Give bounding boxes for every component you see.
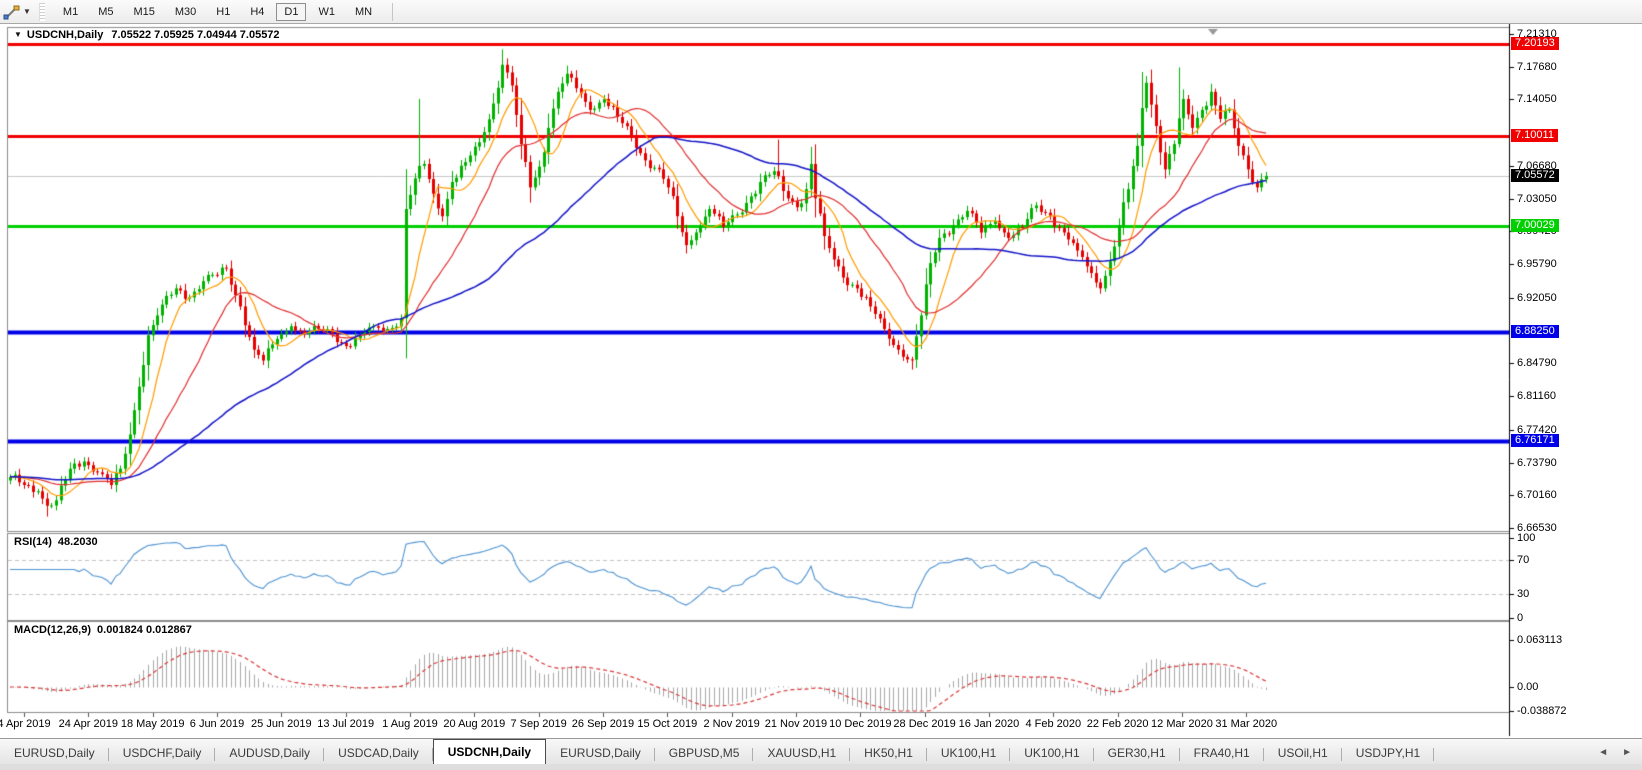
- rsi-scale-label: 70: [1517, 554, 1529, 566]
- macd-name: MACD(12,26,9): [14, 624, 91, 636]
- timeframe-button-m5[interactable]: M5: [90, 3, 121, 21]
- macd-values: 0.001824 0.012867: [97, 624, 192, 636]
- price-tick-label: 7.14050: [1517, 93, 1557, 105]
- price-tick-label: 6.95790: [1517, 258, 1557, 270]
- price-tick-label: 7.17680: [1517, 61, 1557, 73]
- top-toolbar: ▼ M1M5M15 M30H1H4D1W1MN: [0, 0, 1642, 24]
- chart-canvas[interactable]: [0, 0, 1642, 770]
- macd-scale-label: 0.063113: [1517, 634, 1562, 646]
- chart-tab-usdcad-daily[interactable]: USDCAD,Daily: [324, 742, 433, 765]
- macd-indicator-label: MACD(12,26,9) 0.001824 0.012867: [14, 624, 192, 636]
- date-axis-label: 12 Mar 2020: [1151, 718, 1213, 730]
- macd-scale-label: 0.00: [1517, 681, 1538, 693]
- price-tick-label: 6.73790: [1517, 457, 1557, 469]
- timeframe-button-d1[interactable]: D1: [276, 3, 306, 21]
- rsi-value: 48.2030: [58, 536, 98, 548]
- level-price-label: 6.76171: [1511, 434, 1559, 447]
- date-axis-label: 26 Sep 2019: [572, 718, 634, 730]
- window-bottom-strip: [0, 764, 1642, 770]
- date-axis-label: 22 Feb 2020: [1087, 718, 1149, 730]
- chart-tab-hk50-h1[interactable]: HK50,H1: [850, 742, 927, 765]
- date-axis-label: 2 Nov 2019: [703, 718, 759, 730]
- price-tick-label: 6.92050: [1517, 292, 1557, 304]
- chart-ohlc-values: 7.05522 7.05925 7.04944 7.05572: [111, 29, 279, 41]
- price-tick-label: 6.70160: [1517, 489, 1557, 501]
- current-price-label: 7.05572: [1511, 169, 1559, 182]
- chart-tab-bar: EURUSD,DailyUSDCHF,DailyAUDUSD,DailyUSDC…: [0, 738, 1642, 765]
- tab-scroll-left-icon[interactable]: ◄: [1598, 747, 1608, 758]
- date-axis-label: 16 Jan 2020: [959, 718, 1020, 730]
- rsi-name: RSI(14): [14, 536, 52, 548]
- date-axis-label: 21 Nov 2019: [765, 718, 827, 730]
- chart-tools-icon[interactable]: [2, 4, 22, 20]
- chart-tab-usdchf-daily[interactable]: USDCHF,Daily: [109, 742, 216, 765]
- level-price-label: 7.00029: [1511, 219, 1559, 232]
- level-price-label: 6.88250: [1511, 325, 1559, 338]
- date-axis-label: 4 Feb 2020: [1025, 718, 1081, 730]
- chart-symbol-label: USDCNH,Daily: [27, 29, 103, 41]
- chart-tab-gbpusd-m5[interactable]: GBPUSD,M5: [655, 742, 754, 765]
- chart-tab-fra40-h1[interactable]: FRA40,H1: [1180, 742, 1264, 765]
- rsi-scale-label: 100: [1517, 532, 1535, 544]
- timeframe-button-h4[interactable]: H4: [242, 3, 272, 21]
- timeframe-button-m1[interactable]: M1: [55, 3, 86, 21]
- date-axis-label: 4 Apr 2019: [0, 718, 51, 730]
- date-axis-label: 1 Aug 2019: [382, 718, 438, 730]
- tab-scroll-right-icon[interactable]: ►: [1622, 747, 1632, 758]
- price-tick-label: 6.84790: [1517, 357, 1557, 369]
- date-axis-label: 18 May 2019: [121, 718, 185, 730]
- timeframe-button-h1[interactable]: H1: [208, 3, 238, 21]
- rsi-scale-label: 30: [1517, 588, 1529, 600]
- timeframe-button-m30[interactable]: M30: [167, 3, 204, 21]
- date-axis-label: 6 Jun 2019: [190, 718, 244, 730]
- symbol-dropdown-icon[interactable]: ▼: [14, 30, 22, 39]
- chart-tab-uk100-h1[interactable]: UK100,H1: [927, 742, 1010, 765]
- tab-scroll-arrows: ◄►: [1598, 747, 1632, 758]
- date-axis-label: 7 Sep 2019: [510, 718, 566, 730]
- level-price-label: 7.10011: [1511, 129, 1558, 142]
- chart-title-bar: ▼ USDCNH,Daily 7.05522 7.05925 7.04944 7.0…: [14, 29, 280, 41]
- date-axis-label: 13 Jul 2019: [317, 718, 374, 730]
- level-price-label: 7.20193: [1511, 37, 1559, 50]
- date-axis-label: 31 Mar 2020: [1215, 718, 1277, 730]
- chart-tab-xauusd-h1[interactable]: XAUUSD,H1: [753, 742, 850, 765]
- date-axis-label: 25 Jun 2019: [251, 718, 312, 730]
- toolbar-separator: [392, 3, 393, 21]
- mt4-application-window: { "toolbar": { "timeframes": ["M1","M5",…: [0, 0, 1642, 770]
- timeframe-button-m15[interactable]: M15: [125, 3, 162, 21]
- chart-tab-usdcnh-daily[interactable]: USDCNH,Daily: [433, 739, 546, 765]
- chart-tab-audusd-daily[interactable]: AUDUSD,Daily: [215, 742, 324, 765]
- chart-tab-eurusd-daily[interactable]: EURUSD,Daily: [546, 742, 655, 765]
- rsi-indicator-label: RSI(14) 48.2030: [14, 536, 98, 548]
- timeframe-toolbar: M1M5M15 M30H1H4D1W1MN: [53, 3, 382, 21]
- chevron-down-icon[interactable]: ▼: [23, 7, 31, 16]
- date-axis-label: 28 Dec 2019: [893, 718, 955, 730]
- chart-tab-usdjpy-h1[interactable]: USDJPY,H1: [1342, 742, 1434, 765]
- chart-tab-eurusd-daily[interactable]: EURUSD,Daily: [0, 742, 109, 765]
- toolbar-grip[interactable]: [39, 3, 45, 21]
- timeframe-button-w1[interactable]: W1: [310, 3, 343, 21]
- macd-scale-label: -0.038872: [1517, 705, 1567, 717]
- price-tick-label: 6.81160: [1517, 390, 1556, 402]
- date-axis-label: 24 Apr 2019: [59, 718, 118, 730]
- date-axis-label: 10 Dec 2019: [829, 718, 891, 730]
- price-tick-label: 7.03050: [1517, 193, 1557, 205]
- chart-tab-ger30-h1[interactable]: GER30,H1: [1094, 742, 1180, 765]
- rsi-scale-label: 0: [1517, 612, 1523, 624]
- date-axis-label: 20 Aug 2019: [443, 718, 505, 730]
- date-axis-label: 15 Oct 2019: [637, 718, 697, 730]
- chart-tab-uk100-h1[interactable]: UK100,H1: [1010, 742, 1093, 765]
- chart-tab-usoil-h1[interactable]: USOil,H1: [1264, 742, 1342, 765]
- timeframe-button-mn[interactable]: MN: [347, 3, 380, 21]
